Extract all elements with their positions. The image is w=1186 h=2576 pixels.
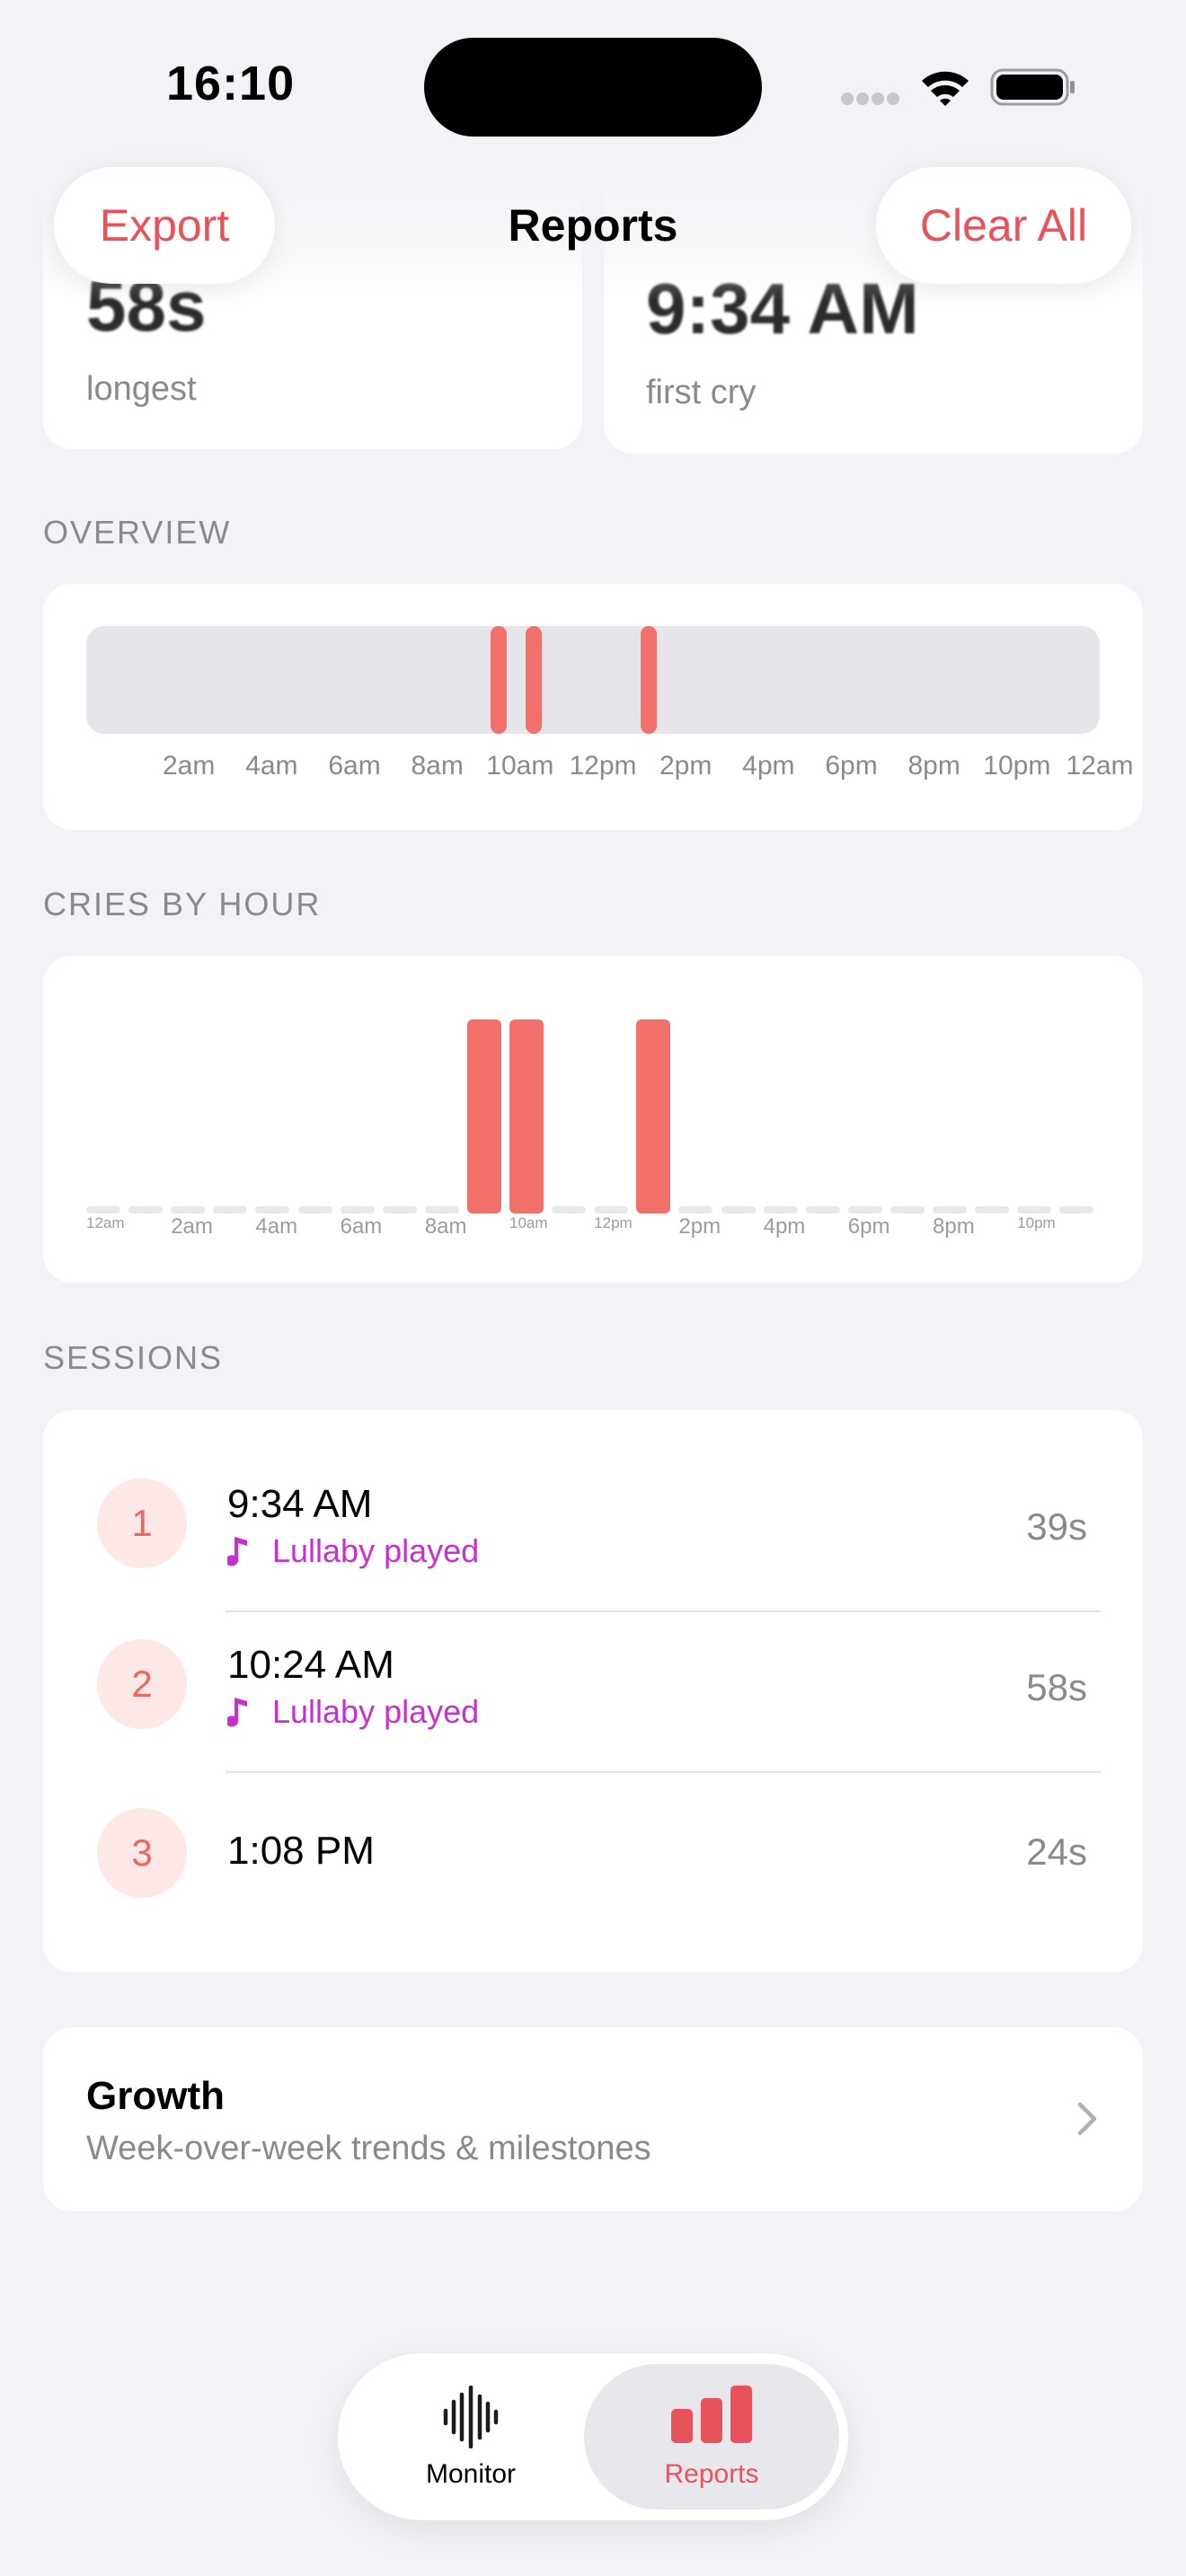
session-number-badge: 3 bbox=[97, 1808, 187, 1898]
session-duration: 24s bbox=[1026, 1831, 1087, 1873]
session-note: Lullaby played bbox=[227, 1532, 479, 1570]
overview-tick-label: 8am bbox=[411, 751, 464, 781]
clear-all-button[interactable]: Clear All bbox=[876, 167, 1131, 284]
overview-tick-label: 6pm bbox=[825, 751, 878, 781]
chevron-right-icon bbox=[1077, 2102, 1097, 2136]
hour-bar bbox=[466, 1019, 501, 1213]
session-number-badge: 2 bbox=[97, 1639, 187, 1729]
session-note: Lullaby played bbox=[227, 1693, 479, 1731]
overview-tick-label: 2pm bbox=[659, 751, 712, 781]
stat-longest-label: longest bbox=[86, 370, 197, 408]
hour-bar bbox=[678, 1206, 713, 1213]
overview-tick-label: 4pm bbox=[742, 751, 795, 781]
hour-tick-label: 10am bbox=[509, 1214, 548, 1231]
session-duration: 39s bbox=[1026, 1505, 1087, 1548]
hour-tick-label: 10pm bbox=[1017, 1214, 1056, 1231]
hour-tick-label: 4pm bbox=[763, 1214, 806, 1239]
overview-card: 2am 4am 6am 8am 10am 12pm 2pm 4pm 6pm 8pm 10pm 12am bbox=[43, 584, 1143, 830]
overview-cry-marker bbox=[641, 626, 658, 734]
cellular-signal-icon bbox=[841, 93, 899, 105]
hour-tick-label: 4am bbox=[255, 1214, 298, 1239]
session-note-text: Lullaby played bbox=[272, 1693, 480, 1730]
session-row[interactable]: 3 1:08 PM 24s bbox=[43, 1772, 1143, 1934]
hour-bar bbox=[86, 1206, 120, 1213]
tab-reports[interactable]: Reports bbox=[584, 2353, 839, 2520]
session-row[interactable]: 2 10:24 AM Lullaby played 58s bbox=[43, 1603, 1143, 1765]
tab-reports-label: Reports bbox=[664, 2459, 759, 2489]
growth-card[interactable]: Growth Week-over-week trends & milestone… bbox=[43, 2027, 1143, 2211]
hour-bar bbox=[255, 1206, 290, 1213]
overview-tick-label: 6am bbox=[328, 751, 381, 781]
hour-bar bbox=[128, 1206, 164, 1213]
hour-bar bbox=[594, 1206, 629, 1213]
tab-bar: Monitor Reports bbox=[338, 2353, 848, 2520]
hour-bar bbox=[890, 1206, 925, 1213]
overview-tick-label: 2am bbox=[162, 751, 216, 781]
music-note-icon bbox=[227, 1698, 247, 1727]
overview-timeline-track bbox=[86, 626, 1100, 734]
session-time: 1:08 PM bbox=[227, 1829, 375, 1873]
hour-bar bbox=[975, 1206, 1010, 1213]
sessions-heading: SESSIONS bbox=[43, 1339, 224, 1376]
bar-chart-icon bbox=[671, 2386, 752, 2443]
hour-bar bbox=[382, 1206, 417, 1213]
session-time: 10:24 AM bbox=[227, 1643, 394, 1687]
hour-tick-label: 2pm bbox=[678, 1214, 721, 1239]
hour-tick-label: 8pm bbox=[933, 1214, 975, 1239]
hour-tick-label: 2am bbox=[171, 1214, 213, 1239]
music-note-icon bbox=[227, 1537, 247, 1566]
sessions-card: 1 9:34 AM Lullaby played 39s 2 10:24 AM … bbox=[43, 1410, 1143, 1972]
overview-cry-marker bbox=[490, 626, 507, 734]
hour-bar bbox=[297, 1206, 332, 1213]
hour-tick-label: 12am bbox=[86, 1214, 125, 1231]
overview-tick-label: 12am bbox=[1066, 751, 1134, 781]
hour-bar bbox=[1017, 1206, 1052, 1213]
hour-tick-label: 6am bbox=[340, 1214, 383, 1239]
hour-tick-label: 12pm bbox=[594, 1214, 633, 1231]
cries-by-hour-heading: CRIES BY HOUR bbox=[43, 886, 322, 922]
overview-tick-label: 4am bbox=[245, 751, 298, 781]
session-number-badge: 1 bbox=[97, 1478, 187, 1568]
tab-monitor-label: Monitor bbox=[425, 2459, 517, 2489]
hour-bar bbox=[763, 1206, 798, 1213]
hour-tick-label: 8am bbox=[424, 1214, 467, 1239]
growth-title: Growth bbox=[86, 2074, 225, 2118]
cries-by-hour-card: 12am 2am 4am 6am 8am 10am 12pm 2pm 4pm 6pm 8pm 10pm bbox=[43, 956, 1143, 1283]
overview-tick-label: 12pm bbox=[569, 751, 637, 781]
hour-bar bbox=[509, 1019, 544, 1213]
tab-monitor[interactable]: Monitor bbox=[343, 2353, 598, 2520]
hour-bar bbox=[424, 1206, 459, 1213]
hour-bar bbox=[721, 1206, 756, 1213]
overview-cry-marker bbox=[525, 626, 542, 734]
session-duration: 58s bbox=[1026, 1666, 1087, 1708]
hour-bar bbox=[847, 1206, 882, 1213]
battery-icon bbox=[990, 68, 1075, 106]
hour-bar bbox=[552, 1206, 587, 1213]
overview-tick-label: 10am bbox=[486, 751, 554, 781]
stat-first-label: first cry bbox=[646, 374, 757, 411]
hour-tick-label: 6pm bbox=[847, 1214, 890, 1239]
session-row[interactable]: 1 9:34 AM Lullaby played 39s bbox=[43, 1442, 1143, 1604]
wifi-icon bbox=[922, 71, 969, 106]
hour-bar bbox=[805, 1206, 840, 1213]
overview-tick-label: 10pm bbox=[983, 751, 1051, 781]
growth-subtitle: Week-over-week trends & milestones bbox=[86, 2130, 651, 2167]
session-note-text: Lullaby played bbox=[272, 1532, 480, 1569]
hour-bar bbox=[1059, 1206, 1094, 1213]
dynamic-island bbox=[424, 38, 762, 137]
status-time: 16:10 bbox=[166, 57, 296, 110]
hour-bar bbox=[171, 1206, 206, 1213]
hour-bar bbox=[213, 1206, 248, 1213]
session-time: 9:34 AM bbox=[227, 1482, 373, 1526]
hour-bar bbox=[340, 1206, 375, 1213]
hour-bar bbox=[933, 1206, 967, 1213]
waveform-icon bbox=[443, 2386, 499, 2448]
hour-bar bbox=[636, 1019, 671, 1213]
overview-tick-label: 8pm bbox=[907, 751, 960, 781]
overview-heading: OVERVIEW bbox=[43, 514, 232, 551]
